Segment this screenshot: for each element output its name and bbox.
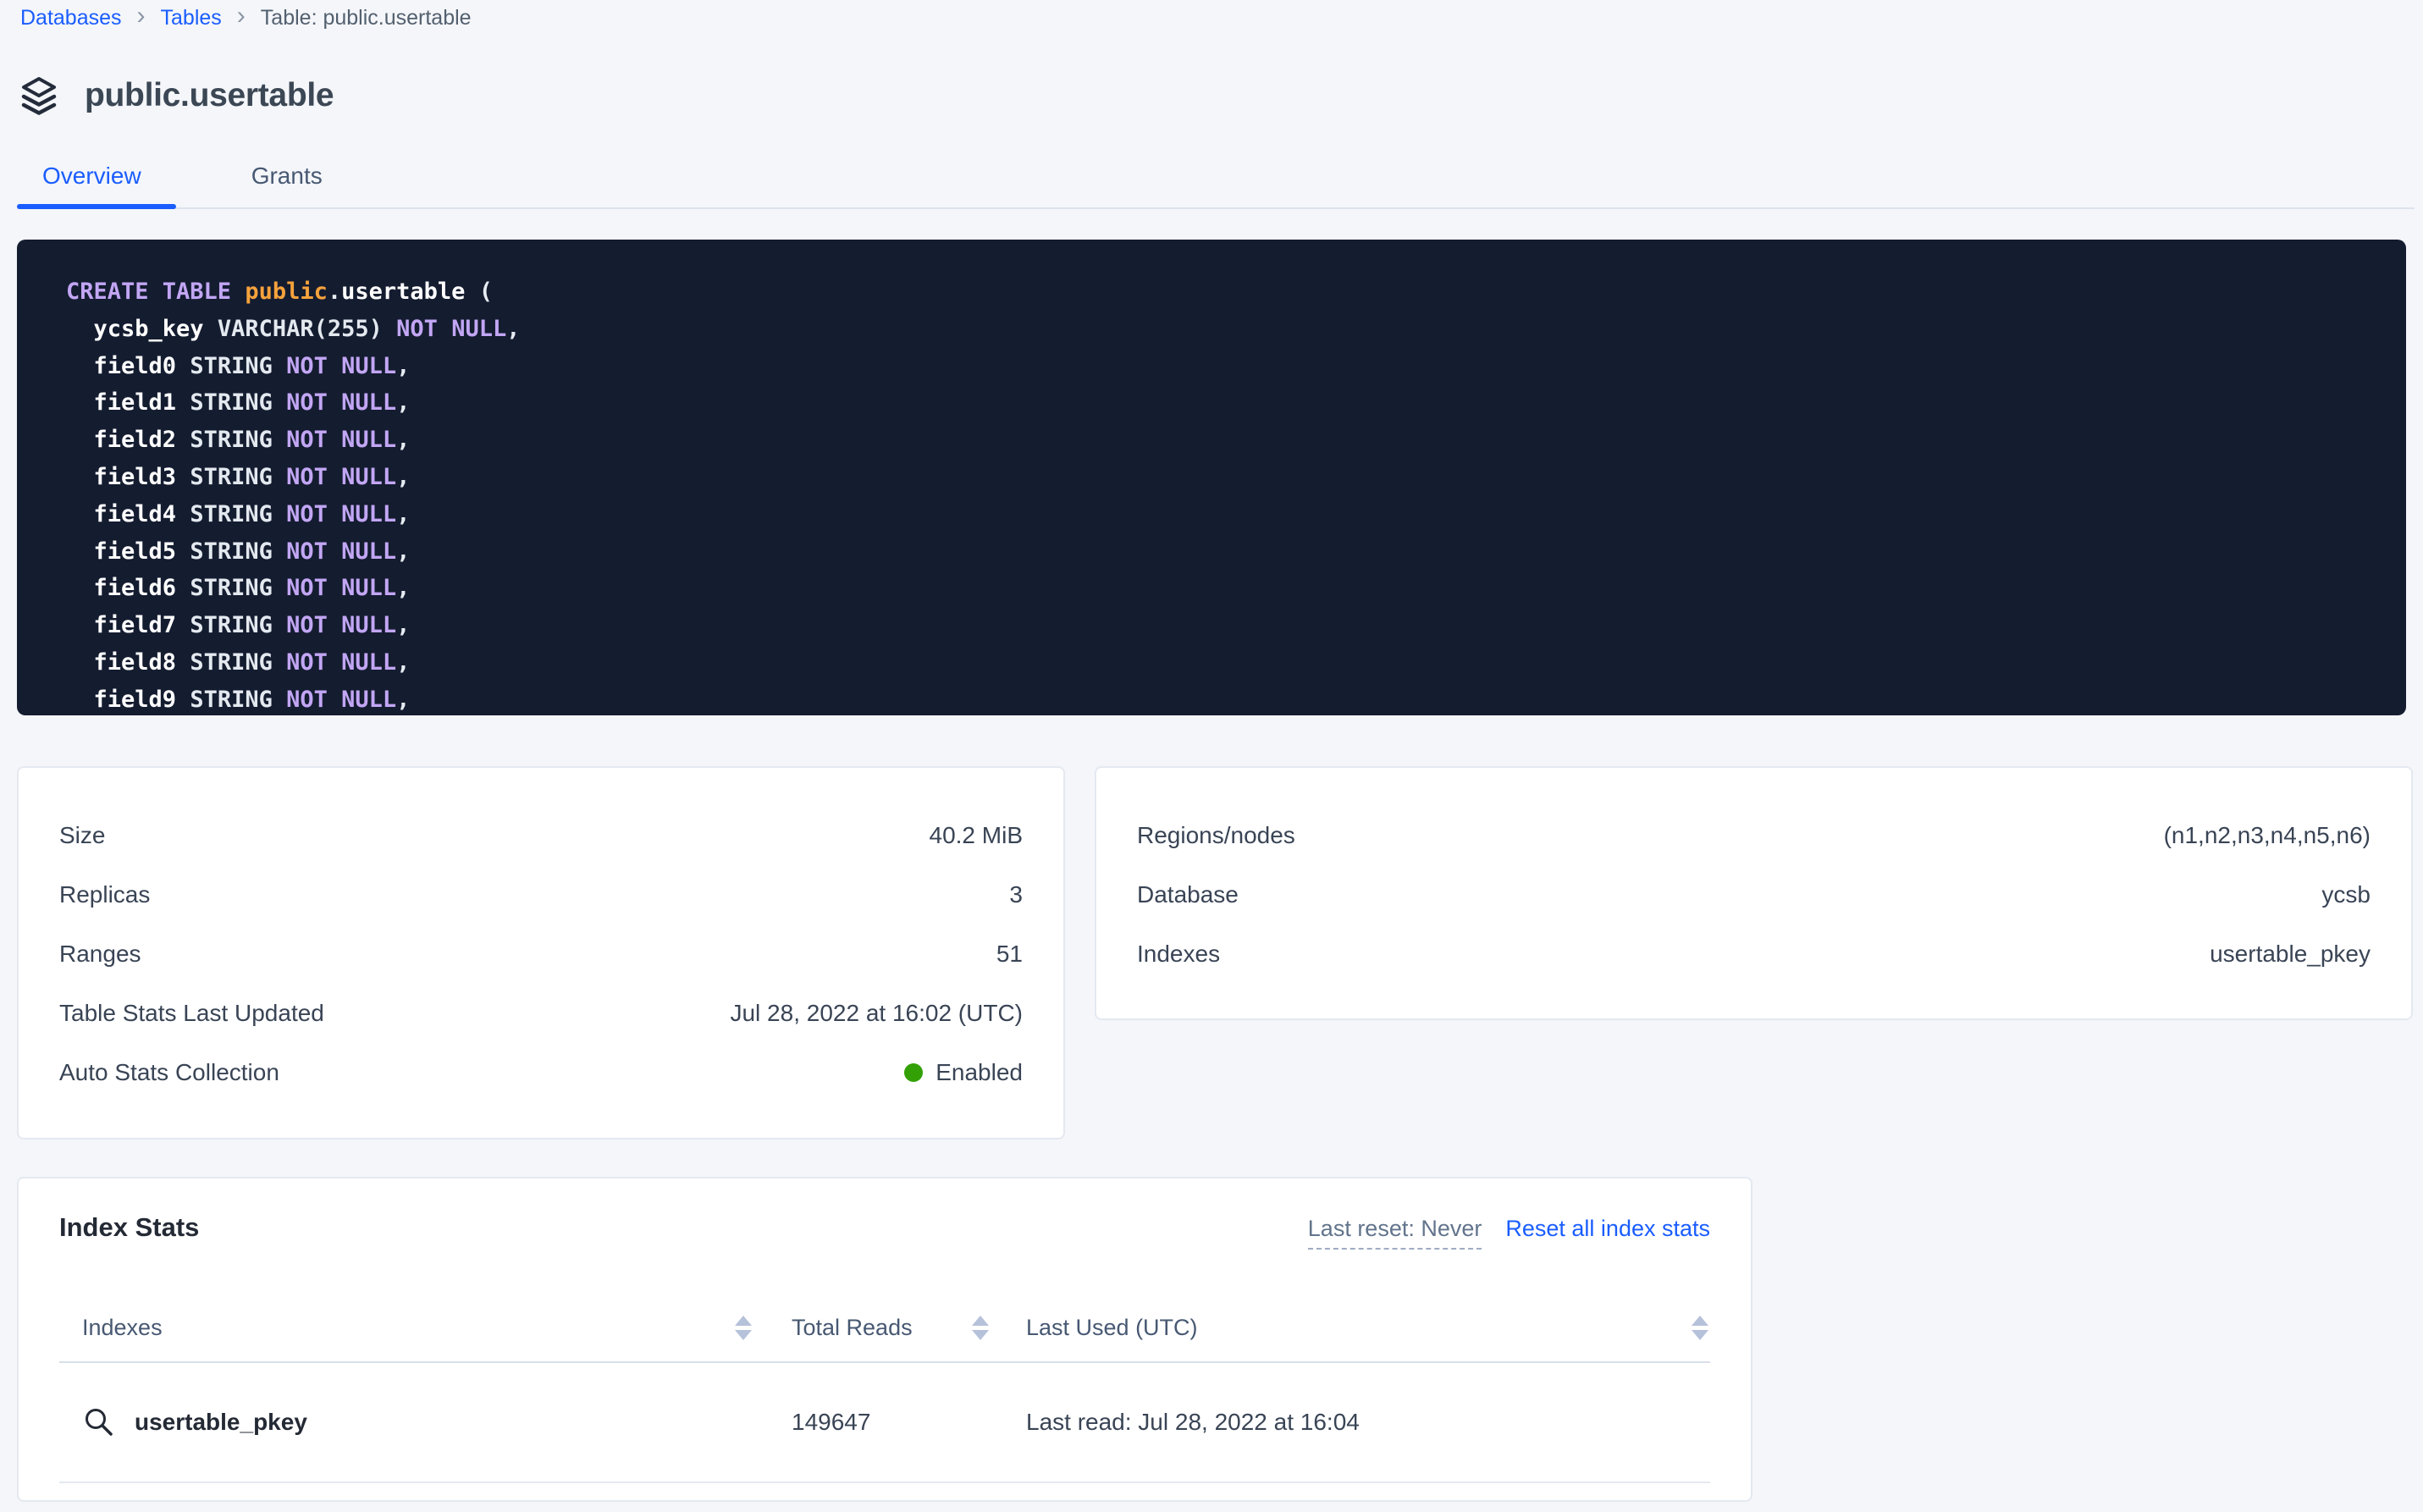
sort-icon[interactable] — [972, 1316, 989, 1340]
sql-code-line: field5 STRING NOT NULL, — [66, 533, 2406, 571]
detail-row: Replicas 3 — [59, 865, 1023, 924]
index-stats-card: Index Stats Last reset: Never Reset all … — [17, 1177, 1752, 1502]
index-name: usertable_pkey — [135, 1409, 307, 1436]
detail-row: Database ycsb — [1137, 865, 2371, 924]
column-header-last-used[interactable]: Last Used (UTC) — [991, 1294, 1710, 1361]
detail-label: Database — [1137, 881, 1239, 908]
sql-code-line: field0 STRING NOT NULL, — [66, 348, 2406, 385]
detail-value: (n1,n2,n3,n4,n5,n6) — [2164, 822, 2371, 849]
sql-code-line: field6 STRING NOT NULL, — [66, 570, 2406, 607]
index-stats-header: Index Stats Last reset: Never Reset all … — [19, 1178, 1751, 1250]
sort-icon[interactable] — [735, 1316, 752, 1340]
page-header: public.usertable — [19, 74, 334, 117]
detail-row: Size 40.2 MiB — [59, 806, 1023, 865]
sql-code-line: field1 STRING NOT NULL, — [66, 384, 2406, 422]
magnifier-icon — [82, 1405, 116, 1439]
stack-icon — [19, 74, 59, 117]
tab-bar: Overview Grants — [42, 160, 323, 192]
tab-bar-divider — [17, 207, 2415, 209]
detail-row: Regions/nodes (n1,n2,n3,n4,n5,n6) — [1137, 806, 2371, 865]
chevron-right-icon: › — [237, 3, 246, 29]
column-header-indexes[interactable]: Indexes — [59, 1294, 753, 1361]
column-label: Total Reads — [753, 1315, 913, 1341]
column-header-total-reads[interactable]: Total Reads — [753, 1294, 991, 1361]
detail-row: Auto Stats Collection Enabled — [59, 1043, 1023, 1102]
table-details-rows: Size 40.2 MiB Replicas 3 Ranges 51 Table Stats… — [59, 806, 1023, 1102]
detail-row: Indexes usertable_pkey — [1137, 924, 2371, 984]
column-label: Indexes — [59, 1315, 163, 1341]
detail-value: ycsb — [2321, 881, 2371, 908]
breadcrumb: Databases › Tables › Table: public.usert… — [20, 5, 472, 30]
status-dot-icon — [904, 1063, 923, 1082]
sql-code-line: field4 STRING NOT NULL, — [66, 496, 2406, 533]
detail-label: Regions/nodes — [1137, 822, 1295, 849]
detail-value: 40.2 MiB — [930, 822, 1024, 849]
table-meta-rows: Regions/nodes (n1,n2,n3,n4,n5,n6) Database… — [1137, 806, 2371, 984]
sql-code-line: field9 STRING NOT NULL, — [66, 682, 2406, 715]
sql-code-line: field8 STRING NOT NULL, — [66, 644, 2406, 682]
last-reset-label: Last reset: Never — [1308, 1216, 1482, 1250]
sql-code-line: ycsb_key VARCHAR(255) NOT NULL, — [66, 311, 2406, 348]
chevron-right-icon: › — [137, 3, 146, 29]
detail-label: Indexes — [1137, 941, 1220, 968]
page-title: public.usertable — [85, 77, 334, 114]
table-meta-card: Regions/nodes (n1,n2,n3,n4,n5,n6) Database… — [1095, 766, 2413, 1020]
detail-row: Ranges 51 — [59, 924, 1023, 984]
sql-code-line: field3 STRING NOT NULL, — [66, 459, 2406, 496]
breadcrumb-link-databases[interactable]: Databases — [20, 6, 122, 30]
table-details-card: Size 40.2 MiB Replicas 3 Ranges 51 Table Stats… — [17, 766, 1065, 1140]
last-used-cell: Last read: Jul 28, 2022 at 16:04 — [991, 1409, 1710, 1436]
detail-value: Jul 28, 2022 at 16:02 (UTC) — [730, 1000, 1023, 1027]
sql-code-line: CREATE TABLE public.usertable ( — [66, 273, 2406, 311]
detail-value: usertable_pkey — [2210, 941, 2371, 968]
index-stats-controls: Last reset: Never Reset all index stats — [1308, 1216, 1710, 1250]
detail-label: Replicas — [59, 881, 150, 908]
total-reads-cell: 149647 — [753, 1409, 991, 1436]
detail-value: 3 — [1009, 881, 1023, 908]
index-stats-row: usertable_pkey 149647 Last read: Jul 28,… — [59, 1363, 1710, 1483]
index-name-cell[interactable]: usertable_pkey — [59, 1405, 753, 1439]
breadcrumb-current: Table: public.usertable — [261, 6, 472, 30]
reset-all-index-stats-link[interactable]: Reset all index stats — [1505, 1216, 1710, 1242]
breadcrumb-link-tables[interactable]: Tables — [161, 6, 222, 30]
tab-overview[interactable]: Overview — [42, 160, 141, 192]
detail-value: Enabled — [904, 1059, 1023, 1086]
detail-label: Table Stats Last Updated — [59, 1000, 324, 1027]
column-label: Last Used (UTC) — [991, 1315, 1198, 1341]
index-stats-title: Index Stats — [59, 1212, 199, 1243]
detail-label: Auto Stats Collection — [59, 1059, 279, 1086]
detail-row: Table Stats Last Updated Jul 28, 2022 at … — [59, 984, 1023, 1043]
sort-icon[interactable] — [1692, 1316, 1708, 1340]
sql-code-line: field2 STRING NOT NULL, — [66, 422, 2406, 459]
tab-grants[interactable]: Grants — [251, 160, 323, 192]
detail-label: Ranges — [59, 941, 141, 968]
active-tab-indicator — [17, 204, 176, 209]
create-table-statement[interactable]: CREATE TABLE public.usertable ( ycsb_key… — [17, 240, 2406, 715]
detail-label: Size — [59, 822, 105, 849]
detail-value: 51 — [996, 941, 1023, 968]
table-detail-page: Databases › Tables › Table: public.usert… — [0, 0, 2423, 1512]
sql-code-line: field7 STRING NOT NULL, — [66, 607, 2406, 644]
index-stats-table-header: Indexes Total Reads Last Used (UTC) — [59, 1294, 1710, 1363]
